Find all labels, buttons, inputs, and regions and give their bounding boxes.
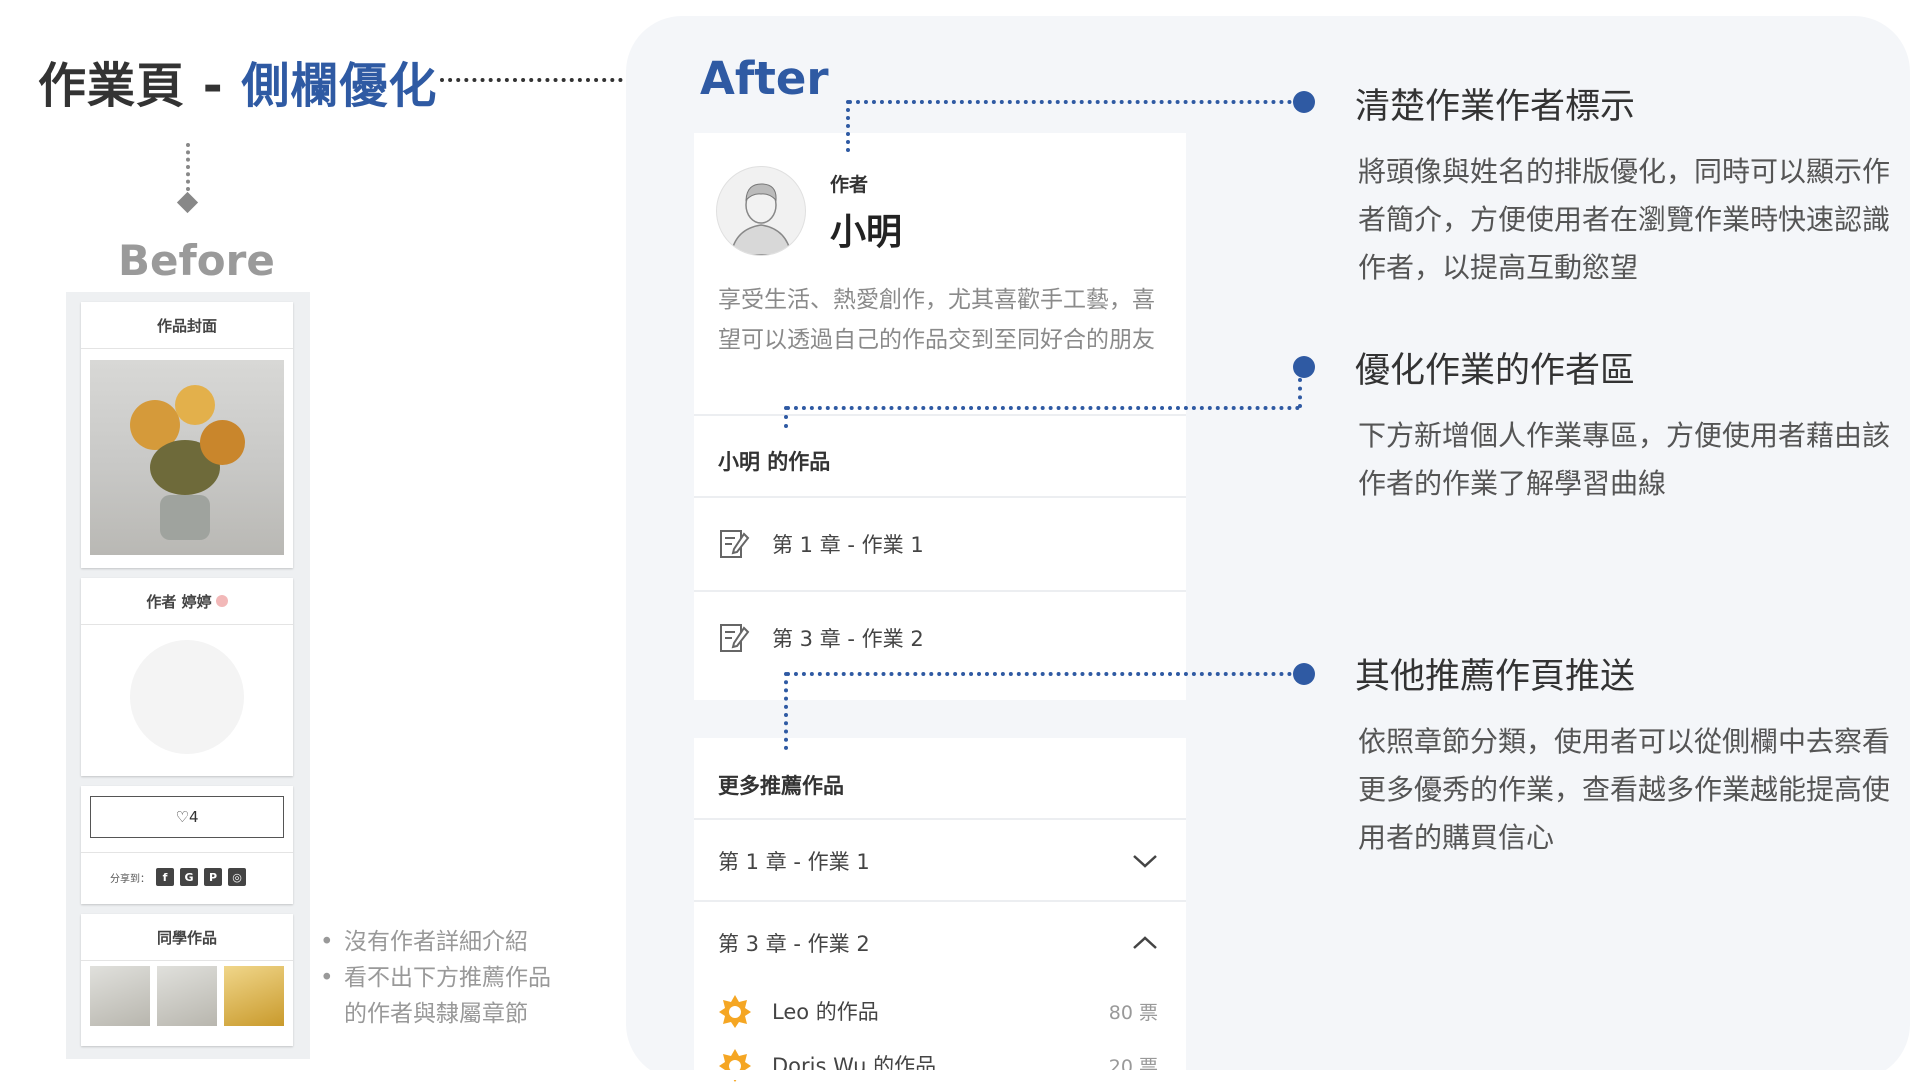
annotation-connector (848, 100, 1300, 104)
author-caption: 作者 (830, 174, 869, 196)
author-work-label: 第 3 章 - 作業 2 (772, 627, 924, 651)
avatar-illustration-icon (730, 183, 792, 255)
line-icon[interactable]: ◎ (228, 868, 246, 886)
annotation-dot (1293, 663, 1315, 685)
before-diamond-marker (176, 191, 199, 214)
chevron-down-icon[interactable] (1132, 853, 1158, 869)
annotation-body: 依照章節分類，使用者可以從側欄中去察看更多優秀的作業，查看越多作業越能提高使用者… (1358, 725, 1891, 854)
annotation-heading: 其他推薦作頁推送 (1355, 657, 1636, 697)
note-item: 的作者與隸屬章節 (320, 996, 551, 1032)
annotation-connector (786, 406, 1300, 410)
annotation-body: 下方新增個人作業專區，方便使用者藉由該作者的作業了解學習曲線 (1358, 419, 1891, 500)
annotation-body: 將頭像與姓名的排版優化，同時可以顯示作者簡介，方便使用者在瀏覽作業時快速認識作者… (1358, 155, 1891, 284)
google-plus-icon[interactable]: G (180, 868, 198, 886)
classmate-thumbnail[interactable] (90, 966, 150, 1026)
recommend-item[interactable]: Leo 的作品 80 票 (718, 994, 1158, 1028)
annotation-dot (1293, 356, 1315, 378)
chevron-up-icon[interactable] (1132, 935, 1158, 951)
author-work-item[interactable]: 第 1 章 - 作業 1 (718, 528, 924, 560)
author-work-label: 第 1 章 - 作業 1 (772, 533, 924, 557)
note-item: • 看不出下方推薦作品 (320, 965, 551, 991)
recommend-group-label: 第 3 章 - 作業 2 (718, 932, 870, 956)
before-label: Before (118, 236, 275, 285)
emoji-icon (215, 595, 228, 607)
before-author-title: 作者 婷婷 (81, 578, 293, 625)
author-avatar[interactable] (716, 166, 806, 256)
divider (694, 818, 1186, 820)
before-avatar-placeholder (130, 640, 244, 754)
annotation-heading: 清楚作業作者標示 (1355, 87, 1636, 127)
classmate-thumbnail[interactable] (157, 966, 217, 1026)
before-classmates-title: 同學作品 (81, 914, 293, 961)
before-notes: • 沒有作者詳細介紹 • 看不出下方推薦作品 的作者與隸屬章節 (320, 924, 551, 1032)
note-text: 看不出下方推薦作品 (344, 965, 551, 991)
recommend-group-collapsed[interactable]: 第 1 章 - 作業 1 (718, 846, 1158, 876)
note-item: • 沒有作者詳細介紹 (320, 929, 528, 955)
annotation-dot (1293, 91, 1315, 113)
recommend-title: 更多推薦作品 (718, 774, 844, 798)
panel-bottom-clip (626, 1070, 1910, 1080)
assignment-icon (720, 530, 750, 558)
annotation-connector (846, 100, 850, 152)
award-badge-icon (719, 995, 751, 1028)
page-title: 作業頁 - 側欄優化 (38, 46, 437, 116)
facebook-icon[interactable]: f (156, 868, 174, 886)
share-label: 分享到： (110, 873, 150, 885)
recommend-item-name: Leo 的作品 (772, 1000, 879, 1024)
author-work-item[interactable]: 第 3 章 - 作業 2 (718, 622, 924, 654)
before-cover-title: 作品封面 (81, 302, 293, 349)
before-author-text: 作者 婷婷 (146, 592, 212, 611)
title-highlight: 側欄優化 (241, 58, 438, 114)
annotation-connector (784, 406, 788, 428)
annotation-heading: 優化作業的作者區 (1355, 351, 1636, 391)
annotation-connector (1298, 378, 1302, 408)
author-works-title: 小明 的作品 (718, 450, 831, 474)
like-button[interactable]: ♡4 (90, 796, 284, 838)
recommend-group-expanded[interactable]: 第 3 章 - 作業 2 (718, 928, 1158, 958)
before-connector (186, 143, 190, 191)
recommend-group-label: 第 1 章 - 作業 1 (718, 850, 870, 874)
title-prefix: 作業頁 - (38, 58, 242, 114)
annotation-connector (784, 672, 788, 750)
note-text: 沒有作者詳細介紹 (344, 929, 528, 955)
cover-photo (90, 360, 284, 555)
after-label: After (700, 52, 829, 105)
divider (81, 852, 293, 853)
title-connector (440, 78, 647, 82)
divider (694, 414, 1186, 416)
classmate-thumbnail[interactable] (224, 966, 284, 1026)
vote-count: 80 票 (1108, 1001, 1158, 1024)
share-row: 分享到： f G P ◎ (110, 868, 246, 886)
divider (694, 496, 1186, 498)
note-text: 的作者與隸屬章節 (344, 1001, 528, 1027)
author-bio: 享受生活、熱愛創作，尤其喜歡手工藝，喜望可以透過自己的作品交到至同好合的朋友 (718, 287, 1155, 353)
author-name[interactable]: 小明 (830, 203, 902, 255)
divider (694, 590, 1186, 592)
assignment-icon (720, 624, 750, 652)
plurk-icon[interactable]: P (204, 868, 222, 886)
annotation-connector (786, 672, 1300, 676)
divider (694, 900, 1186, 902)
